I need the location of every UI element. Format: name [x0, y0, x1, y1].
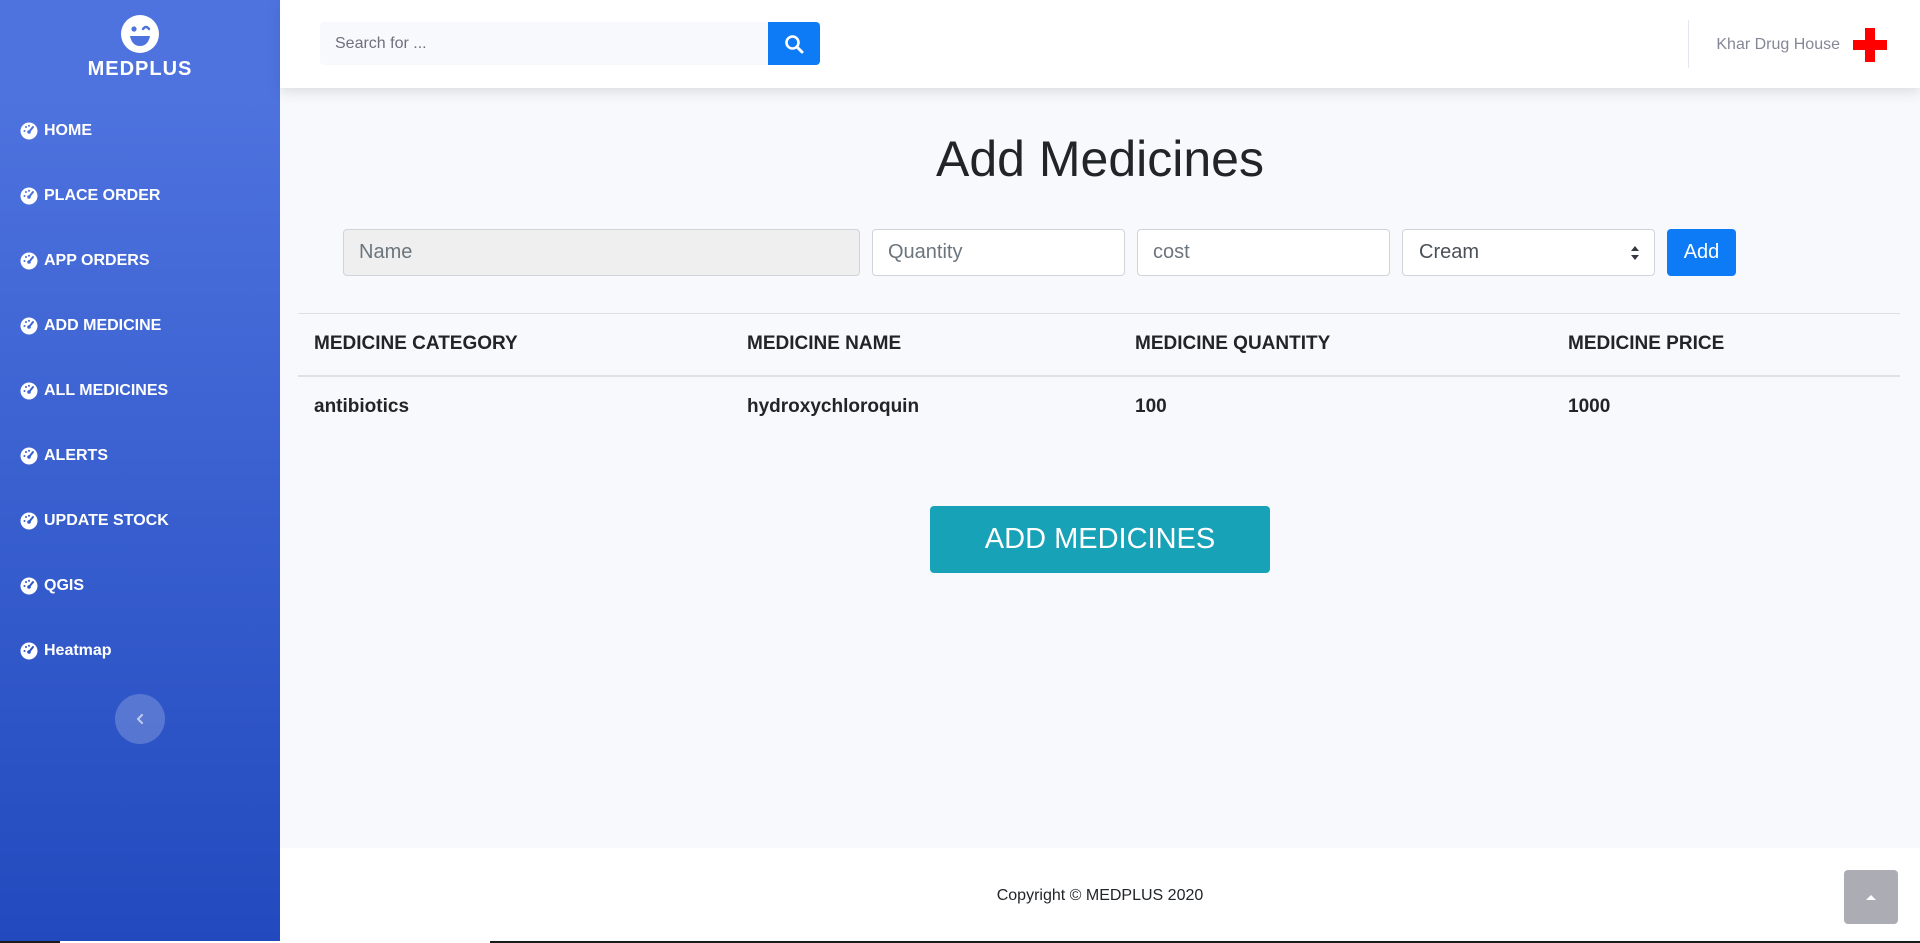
cell-price: 1000: [1568, 396, 1611, 417]
sort-arrows-icon: [1631, 245, 1639, 260]
brand-name: MEDPLUS: [87, 57, 193, 80]
medicines-table: MEDICINE CATEGORY MEDICINE NAME MEDICINE…: [298, 313, 1900, 438]
category-select-value: Cream: [1419, 241, 1480, 263]
sidebar-item-label: ALERTS: [44, 446, 108, 464]
sidebar-item-app-orders[interactable]: APP ORDERS: [0, 228, 280, 293]
search-icon: [785, 34, 804, 53]
sidebar-item-label: APP ORDERS: [44, 251, 150, 269]
red-cross-icon: [1853, 28, 1887, 62]
sidebar-nav: HOME PLACE ORDER APP ORDERS ADD MEDICINE…: [0, 98, 280, 683]
cell-name: hydroxychloroquin: [747, 396, 920, 417]
sidebar-item-qgis[interactable]: QGIS: [0, 553, 280, 618]
tachometer-icon: [20, 252, 38, 269]
name-input[interactable]: [343, 229, 860, 276]
table-header-row: MEDICINE CATEGORY MEDICINE NAME MEDICINE…: [298, 313, 1900, 376]
add-medicines-button[interactable]: ADD MEDICINES: [930, 506, 1270, 573]
table-row: antibiotics hydroxychloroquin 100 1000: [298, 376, 1900, 438]
search-form: [320, 22, 820, 65]
page-title: Add Medicines: [936, 131, 1264, 187]
sidebar-item-label: QGIS: [44, 576, 85, 594]
brand[interactable]: MEDPLUS: [0, 0, 280, 90]
topbar-divider: [1688, 20, 1689, 68]
quantity-input[interactable]: [872, 229, 1125, 276]
sidebar-item-label: PLACE ORDER: [44, 186, 161, 204]
tachometer-icon: [20, 512, 38, 529]
sidebar-item-heatmap[interactable]: Heatmap: [0, 618, 280, 683]
sidebar-toggle-button[interactable]: [115, 694, 165, 744]
sidebar-item-place-order[interactable]: PLACE ORDER: [0, 163, 280, 228]
tachometer-icon: [20, 187, 38, 204]
copyright-text: Copyright © MEDPLUS 2020: [996, 886, 1204, 904]
search-input[interactable]: [320, 22, 768, 65]
tachometer-icon: [20, 642, 38, 659]
sidebar-item-label: ADD MEDICINE: [44, 316, 162, 334]
tachometer-icon: [20, 382, 38, 399]
sidebar-item-label: Heatmap: [44, 641, 112, 659]
sidebar-item-update-stock[interactable]: UPDATE STOCK: [0, 488, 280, 553]
column-header-price: MEDICINE PRICE: [1568, 333, 1725, 355]
sidebar-item-label: UPDATE STOCK: [44, 511, 169, 529]
scroll-to-top-button[interactable]: [1844, 870, 1898, 924]
laugh-wink-icon: [121, 14, 159, 53]
column-header-category: MEDICINE CATEGORY: [314, 333, 518, 355]
column-header-name: MEDICINE NAME: [747, 333, 902, 355]
tachometer-icon: [20, 122, 38, 139]
angle-up-icon: [1866, 895, 1876, 900]
tachometer-icon: [20, 447, 38, 464]
cell-quantity: 100: [1135, 396, 1167, 417]
tachometer-icon: [20, 317, 38, 334]
tachometer-icon: [20, 577, 38, 594]
sidebar-item-alerts[interactable]: ALERTS: [0, 423, 280, 488]
cost-input[interactable]: [1137, 229, 1390, 276]
sidebar-item-home[interactable]: HOME: [0, 98, 280, 163]
add-button[interactable]: Add: [1667, 229, 1736, 276]
cell-category: antibiotics: [314, 396, 410, 417]
search-button[interactable]: [768, 22, 820, 65]
footer: Copyright © MEDPLUS 2020: [280, 848, 1920, 943]
sidebar-item-add-medicine[interactable]: ADD MEDICINE: [0, 293, 280, 358]
topbar: Khar Drug House: [280, 0, 1920, 88]
sidebar-item-label: HOME: [44, 121, 92, 139]
sidebar-item-all-medicines[interactable]: ALL MEDICINES: [0, 358, 280, 423]
chevron-left-icon: [136, 713, 144, 725]
column-header-quantity: MEDICINE QUANTITY: [1135, 333, 1331, 355]
user-dropdown[interactable]: Khar Drug House: [1716, 24, 1890, 66]
sidebar: MEDPLUS HOME PLACE ORDER APP ORDERS ADD …: [0, 0, 280, 943]
category-select[interactable]: Cream: [1402, 229, 1655, 276]
user-name: Khar Drug House: [1716, 36, 1840, 53]
sidebar-item-label: ALL MEDICINES: [44, 381, 169, 399]
